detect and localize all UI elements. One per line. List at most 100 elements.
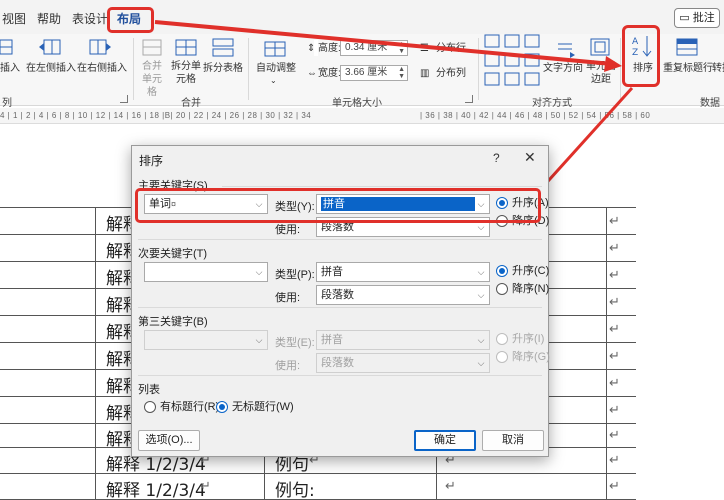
group-data-label: 数据 [700,98,720,109]
row-end-mark-icon: ↵ [609,213,620,228]
dialog-title: 排序 [139,154,164,168]
rows-cols-launcher-icon[interactable] [120,95,128,103]
section-divider [138,307,542,308]
tertiary-descending-radio[interactable]: 降序(G) [496,351,550,363]
ribbon-tab-bar: 视图 帮助 表设计 布局 ▭ 批注 [0,0,724,34]
ruler-ticks-left: 4 | 1 | 2 | 4 | 6 | 8 | 10 | 12 | 14 | 1… [0,111,312,120]
tab-view[interactable]: 视图 [2,10,26,27]
split-cells-label[interactable]: 拆分单元格 [171,60,201,86]
sort-button-highlight [622,25,660,87]
secondary-ascending-radio[interactable]: 升序(C) [496,265,549,277]
ok-button[interactable]: 确定 [414,430,476,451]
horizontal-ruler[interactable]: 4 | 1 | 2 | 4 | 6 | 8 | 10 | 12 | 14 | 1… [0,108,724,124]
paragraph-mark-icon: ↵ [200,478,211,493]
col-width-label: 宽度: [318,68,341,79]
tab-table-design[interactable]: 表设计 [72,10,108,27]
radio-on-icon [216,401,228,413]
autofit-icon[interactable] [264,38,286,58]
spin-arrows-icon[interactable]: ▲ ▼ [398,41,405,55]
no-header-radio[interactable]: 无标题行(W) [216,401,294,413]
chevron-down-icon[interactable]: ⌵ [473,354,489,372]
chevron-down-icon[interactable]: ⌵ [251,263,267,281]
insert-left-icon[interactable] [38,38,62,58]
secondary-key-select[interactable]: ⌵ [144,262,268,282]
group-cell-size-label: 单元格大小 [332,98,382,109]
primary-use-label: 使用: [275,224,301,236]
close-icon[interactable]: ✕ [524,149,536,166]
secondary-type-value: 拼音 [321,266,343,278]
autofit-chevron-icon[interactable]: ⌄ [270,74,277,87]
distribute-cols-icon[interactable]: ▥ [420,67,429,80]
comment-button[interactable]: ▭ 批注 [674,8,720,28]
group-separator [248,38,249,100]
table-cell-explain-full: 解释 1/2/3/4 [106,481,206,500]
split-table-icon[interactable] [212,38,234,58]
row-end-mark-icon: ↵ [609,267,620,282]
tertiary-type-label: 类型(E): [275,337,315,349]
merge-cells-label[interactable]: 合并单元格 [138,60,166,99]
repeat-header-icon[interactable] [676,38,698,58]
tab-help[interactable]: 帮助 [37,10,61,27]
section-divider [138,239,542,240]
secondary-descending-radio[interactable]: 降序(N) [496,283,549,295]
spin-arrows-icon[interactable]: ▲ ▼ [398,66,405,80]
tertiary-ascending-radio[interactable]: 升序(I) [496,333,544,345]
insert-right-icon[interactable] [88,38,112,58]
options-button[interactable]: 选项(O)... [138,430,200,451]
tertiary-type-select[interactable]: 拼音 ⌵ [316,330,490,350]
insert-left-label[interactable]: 在左侧插入 [26,62,76,75]
distribute-rows-icon[interactable]: ☰ [420,42,429,55]
merge-cells-icon[interactable] [142,38,162,58]
chevron-down-icon[interactable]: ⌵ [473,263,489,281]
help-icon[interactable]: ? [493,151,500,165]
tertiary-use-select[interactable]: 段落数 ⌵ [316,353,490,373]
secondary-type-select[interactable]: 拼音 ⌵ [316,262,490,282]
text-direction-icon[interactable] [556,38,576,58]
chevron-down-icon[interactable]: ⌵ [473,331,489,349]
cancel-button[interactable]: 取消 [482,430,544,451]
insert-below-icon[interactable] [0,38,14,58]
secondary-use-select[interactable]: 段落数 ⌵ [316,285,490,305]
table-border [95,207,96,500]
text-direction-label[interactable]: 文字方向 [543,62,583,75]
cell-margins-icon[interactable] [590,38,610,58]
table-cell-example: 例句: [275,481,315,500]
radio-off-icon [144,401,156,413]
tertiary-use-label: 使用: [275,360,301,372]
insert-below-label[interactable]: 插入 [0,62,20,75]
tertiary-type-value: 拼音 [321,334,343,346]
has-header-radio[interactable]: 有标题行(R) [144,401,219,413]
distribute-cols-label[interactable]: 分布列 [436,67,466,80]
section-divider [138,375,542,376]
group-merge-label: 合并 [181,98,201,109]
radio-on-icon [496,265,508,277]
col-width-value: 3.66 厘米 [345,67,388,78]
comment-icon: ▭ [679,12,690,24]
insert-right-label[interactable]: 在右侧插入 [77,62,127,75]
row-height-input[interactable]: 0.34 厘米 ▲ ▼ [340,40,408,56]
distribute-rows-label[interactable]: 分布行 [436,42,466,55]
row-height-label: 高度: [318,43,341,54]
cell-size-launcher-icon[interactable] [465,95,473,103]
table-border [606,207,607,500]
section-divider [222,186,542,187]
split-cells-icon[interactable] [175,38,197,58]
row-end-mark-icon: ↵ [609,321,620,336]
repeat-header-label[interactable]: 重复标题行 [663,62,713,75]
alignment-grid-icon[interactable] [484,34,544,88]
list-section-label: 列表 [138,384,160,396]
secondary-type-label: 类型(P): [275,269,315,281]
cell-margins-label[interactable]: 单元格边距 [586,60,616,86]
secondary-key-section-label: 次要关键字(T) [138,248,208,260]
convert-label[interactable]: 转换 [712,62,724,75]
radio-off-icon [496,351,508,363]
col-width-input[interactable]: 3.66 厘米 ▲ ▼ [340,65,408,81]
row-end-mark-icon: ↵ [609,402,620,417]
split-table-label[interactable]: 拆分表格 [203,62,243,75]
ruler-ticks-right: | 36 | 38 | 40 | 42 | 44 | 46 | 48 | 50 … [420,111,651,120]
chevron-down-icon[interactable]: ⌵ [251,331,267,349]
sort-dialog: 排序 ? ✕ 主要关键字(S) 单词¤ ⌵ 类型(Y): 拼音 ⌵ 使用: 段落… [131,145,550,457]
tertiary-key-select[interactable]: ⌵ [144,330,268,350]
chevron-down-icon[interactable]: ⌵ [473,286,489,304]
row-end-mark-icon: ↵ [609,294,620,309]
